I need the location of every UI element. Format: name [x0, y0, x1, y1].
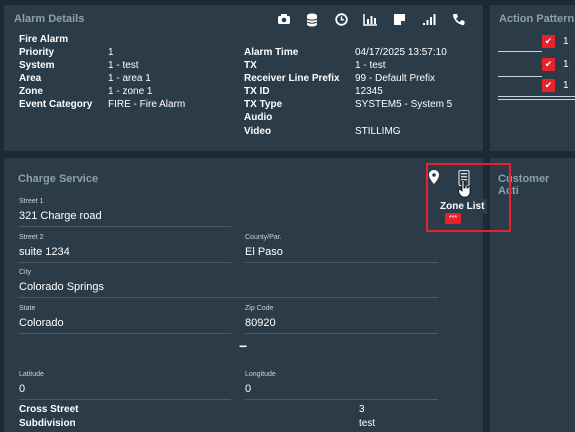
- cross-street-label: Cross Street: [19, 404, 79, 415]
- subdivision-value: test: [359, 418, 376, 429]
- state-label: State: [19, 305, 36, 312]
- alarm-details-title: Alarm Details: [14, 13, 85, 25]
- priority-label: Priority: [19, 47, 55, 58]
- video-value: STILLIMG: [355, 126, 401, 137]
- zip-code-underline: [245, 333, 438, 334]
- area-value: 1 - area 1: [108, 73, 151, 84]
- receiver-line-prefix-value: 99 - Default Prefix: [355, 73, 436, 84]
- state-underline: [19, 333, 231, 334]
- latitude-value[interactable]: 0: [19, 383, 25, 395]
- action-row-value: 1: [563, 36, 569, 47]
- alarm-details-panel: Alarm Details Fire Alarm Priority 1 Syst…: [4, 5, 483, 151]
- county-underline: [245, 262, 438, 263]
- tx-value: 1 - test: [355, 60, 386, 71]
- latitude-label: Latitude: [19, 371, 44, 378]
- priority-value: 1: [108, 47, 114, 58]
- tx-type-label: TX Type: [244, 99, 283, 110]
- audio-label: Audio: [244, 112, 273, 123]
- action-checkbox-icon[interactable]: ✔: [542, 35, 555, 48]
- street1-value[interactable]: 321 Charge road: [19, 210, 102, 222]
- system-value: 1 - test: [108, 60, 139, 71]
- event-heading: Fire Alarm: [19, 34, 69, 45]
- longitude-label: Longitude: [245, 371, 276, 378]
- street2-value[interactable]: suite 1234: [19, 246, 70, 258]
- city-label: City: [19, 269, 32, 276]
- county-label: County/Par.: [245, 234, 282, 241]
- charge-service-panel: Charge Service Street 1 321 Charge road …: [4, 158, 483, 432]
- note-icon[interactable]: [391, 13, 407, 29]
- action-checkbox-icon[interactable]: ✔: [542, 79, 555, 92]
- action-pattern-panel: Action Pattern ✔ 1 ✔ 1 ✔ 1: [490, 5, 575, 151]
- alarm-time-value: 04/17/2025 13:57:10: [355, 47, 447, 58]
- city-value[interactable]: Colorado Springs: [19, 281, 104, 293]
- street1-underline: [19, 226, 231, 227]
- street1-label: Street 1: [19, 198, 44, 205]
- zone-label: Zone: [19, 86, 43, 97]
- longitude-underline: [245, 399, 438, 400]
- action-row-divider: [498, 96, 575, 97]
- longitude-value[interactable]: 0: [245, 383, 251, 395]
- zone-value: 1 - zone 1: [108, 86, 153, 97]
- event-category-label: Event Category: [19, 99, 93, 110]
- zip-code-label: Zip Code: [245, 305, 274, 312]
- action-row-divider: [498, 76, 542, 77]
- tx-type-value: SYSTEM5 - System 5: [355, 99, 453, 110]
- street2-label: Street 2: [19, 234, 44, 241]
- county-value[interactable]: El Paso: [245, 246, 283, 258]
- camera-icon[interactable]: [276, 13, 292, 29]
- zone-list-badge: ***: [445, 213, 461, 224]
- zip-code-value[interactable]: 80920: [245, 317, 276, 329]
- latitude-underline: [19, 399, 231, 400]
- collapse-toggle[interactable]: −: [239, 338, 247, 354]
- event-category-value: FIRE - Fire Alarm: [108, 99, 186, 110]
- receiver-line-prefix-label: Receiver Line Prefix: [244, 73, 340, 84]
- alarm-time-label: Alarm Time: [244, 47, 299, 58]
- video-label: Video: [244, 126, 272, 137]
- action-row-divider: [498, 99, 575, 100]
- phone-icon[interactable]: [450, 13, 466, 29]
- action-checkbox-icon[interactable]: ✔: [542, 58, 555, 71]
- signal-icon[interactable]: [421, 13, 437, 29]
- charge-service-title: Charge Service: [18, 173, 99, 185]
- city-underline: [19, 297, 438, 298]
- tx-id-label: TX ID: [244, 86, 270, 97]
- system-label: System: [19, 60, 55, 71]
- database-icon[interactable]: [304, 13, 320, 29]
- action-row-divider: [498, 51, 542, 52]
- tx-id-value: 12345: [355, 86, 383, 97]
- mouse-pointer-icon: [458, 179, 472, 203]
- action-row-value: 1: [563, 59, 569, 70]
- chart-icon[interactable]: [362, 13, 378, 29]
- area-label: Area: [19, 73, 42, 84]
- tx-label: TX: [244, 60, 257, 71]
- street2-underline: [19, 262, 231, 263]
- state-value[interactable]: Colorado: [19, 317, 64, 329]
- clock-icon[interactable]: [333, 13, 349, 29]
- action-pattern-title: Action Pattern: [499, 13, 575, 25]
- action-row-value: 1: [563, 80, 569, 91]
- subdivision-label: Subdivision: [19, 418, 76, 429]
- cross-street-value: 3: [359, 404, 365, 415]
